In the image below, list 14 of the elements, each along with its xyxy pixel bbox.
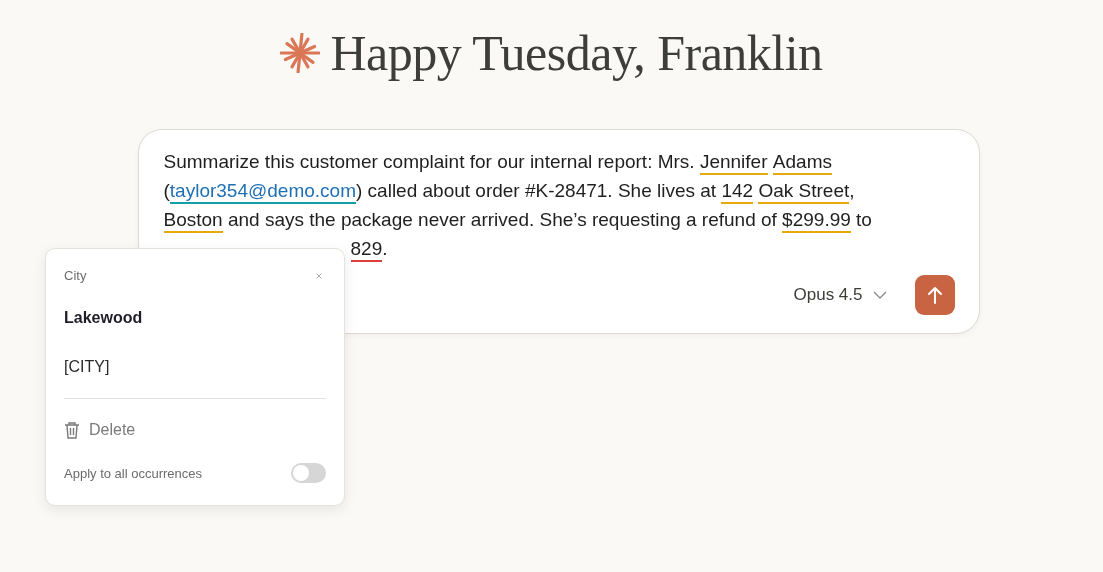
- apply-all-label: Apply to all occurrences: [64, 465, 202, 481]
- replacement-option[interactable]: Lakewood: [64, 309, 143, 327]
- greeting-title: Happy Tuesday, Franklin: [330, 24, 823, 82]
- arrow-up-icon: [926, 286, 943, 304]
- model-selector[interactable]: Opus 4.5: [789, 281, 891, 309]
- send-button[interactable]: [914, 275, 955, 315]
- trash-icon: [64, 421, 80, 439]
- close-icon: [316, 273, 322, 279]
- starburst-icon: [280, 33, 321, 73]
- placeholder-option[interactable]: [CITY]: [64, 358, 110, 376]
- apply-all-toggle[interactable]: [291, 463, 326, 483]
- popup-title: City: [64, 267, 87, 283]
- delete-button[interactable]: Delete: [64, 421, 136, 439]
- chevron-down-icon: [872, 291, 887, 299]
